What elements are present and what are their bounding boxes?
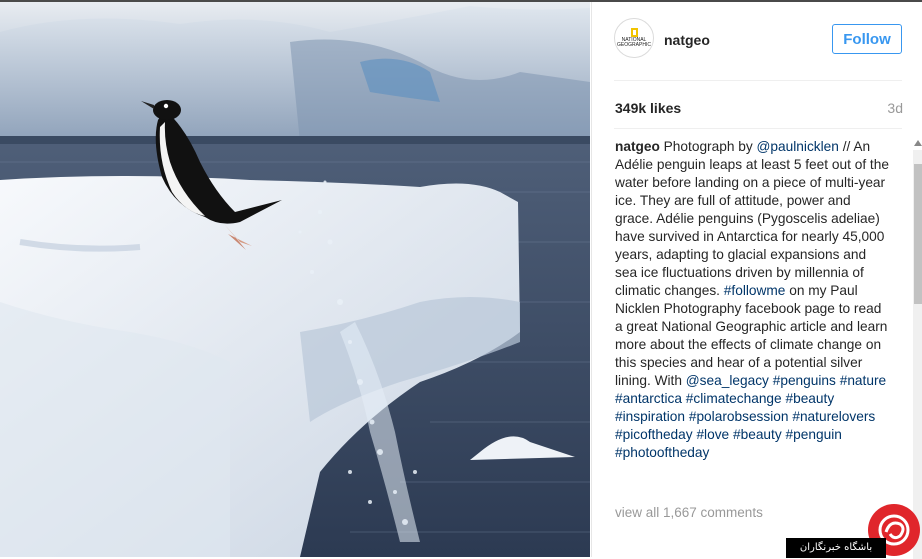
- hashtag[interactable]: #inspiration: [615, 409, 685, 424]
- comments-scrollbar[interactable]: [913, 150, 922, 559]
- caption-text: Photograph by: [659, 139, 757, 154]
- hashtag[interactable]: #photooftheday: [615, 445, 709, 460]
- view-all-comments-link[interactable]: view all 1,667 comments: [615, 505, 763, 520]
- hashtag[interactable]: #love: [696, 427, 729, 442]
- hashtag[interactable]: #nature: [840, 373, 886, 388]
- watermark-text: باشگاه خبرنگاران: [786, 538, 886, 558]
- hashtag-followme[interactable]: #followme: [724, 283, 786, 298]
- header-divider: [614, 80, 902, 81]
- post-header: NATIONAL GEOGRAPHIC natgeo Follow: [614, 18, 902, 66]
- natgeo-logo-icon: [630, 28, 638, 37]
- hashtag[interactable]: #picoftheday: [615, 427, 693, 442]
- caption-text: // An Adélie penguin leaps at least 5 fe…: [615, 139, 889, 298]
- follow-button[interactable]: Follow: [832, 24, 902, 54]
- mention-paulnicklen[interactable]: @paulnicklen: [757, 139, 839, 154]
- scrollbar-thumb[interactable]: [914, 164, 922, 304]
- mention-sea-legacy[interactable]: @sea_legacy: [686, 373, 769, 388]
- post-age[interactable]: 3d: [887, 100, 903, 116]
- post-photo[interactable]: [0, 2, 590, 557]
- hashtag[interactable]: #naturelovers: [792, 409, 875, 424]
- hashtag[interactable]: #beauty: [733, 427, 782, 442]
- penguin-photo-image: [0, 2, 590, 557]
- hashtag[interactable]: #climatechange: [686, 391, 782, 406]
- hashtag[interactable]: #penguins: [773, 373, 836, 388]
- likes-divider: [614, 128, 902, 129]
- hashtag[interactable]: #penguin: [786, 427, 842, 442]
- avatar-text: NATIONAL GEOGRAPHIC: [617, 37, 651, 48]
- avatar[interactable]: NATIONAL GEOGRAPHIC: [614, 18, 654, 58]
- username[interactable]: natgeo: [664, 32, 710, 48]
- hashtag[interactable]: #antarctica: [615, 391, 682, 406]
- hashtag[interactable]: #polarobsession: [689, 409, 789, 424]
- caption-author[interactable]: natgeo: [615, 139, 660, 154]
- watermark-badge: باشگاه خبرنگاران: [786, 504, 922, 558]
- caption: natgeo Photograph by @paulnicklen // An …: [615, 138, 889, 462]
- post-side-panel: NATIONAL GEOGRAPHIC natgeo Follow 349k l…: [591, 2, 922, 559]
- hashtag[interactable]: #beauty: [785, 391, 834, 406]
- likes-count[interactable]: 349k likes: [615, 100, 681, 116]
- scroll-up-arrow-icon[interactable]: [914, 140, 922, 146]
